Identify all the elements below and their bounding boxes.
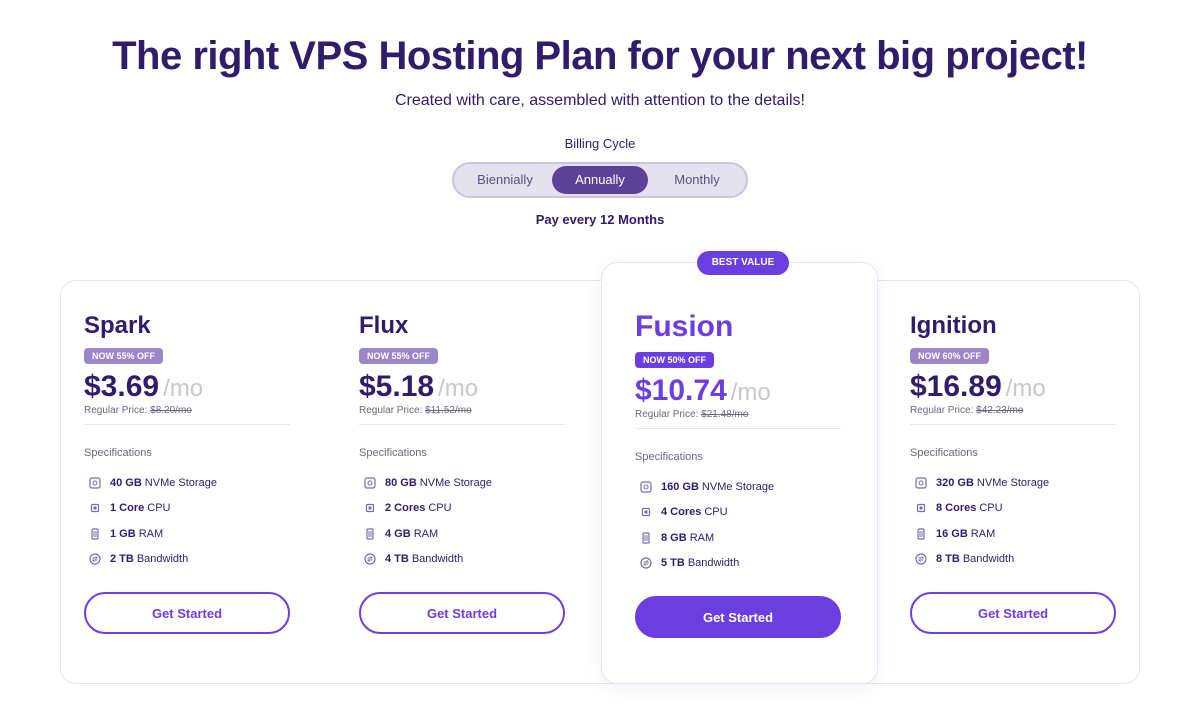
- regular-price: Regular Price: $11.52/mo: [359, 405, 472, 416]
- plan-card-fusion: Fusion NOW 50% OFF $10.74 /mo Regular Pr…: [635, 310, 885, 638]
- plan-price: $3.69: [84, 370, 160, 403]
- billing-cycle-label: Billing Cycle: [564, 136, 636, 151]
- price-period: /mo: [1005, 375, 1046, 402]
- specs-list: 80 GB NVMe Storage 2 Cores CPU 4 GB RAM 4 T…: [359, 470, 609, 572]
- page-title: The right VPS Hosting Plan for your next…: [112, 34, 1088, 78]
- plan-price: $5.18: [359, 370, 435, 403]
- plan-name: Ignition: [910, 312, 997, 339]
- bandwidth-icon: [88, 552, 102, 566]
- specs-list: 40 GB NVMe Storage 1 Core CPU 1 GB RAM 2 TB…: [84, 470, 334, 572]
- discount-badge: NOW 55% OFF: [359, 348, 439, 364]
- billing-option-biennially[interactable]: Biennially: [458, 166, 552, 194]
- discount-badge: NOW 60% OFF: [910, 348, 990, 364]
- billing-option-monthly[interactable]: Monthly: [650, 166, 744, 194]
- get-started-button[interactable]: Get Started: [359, 592, 565, 634]
- spec-cpu: 2 Cores CPU: [359, 496, 609, 522]
- divider: [359, 424, 565, 425]
- spec-cpu: 1 Core CPU: [84, 496, 334, 522]
- divider: [84, 424, 290, 425]
- plan-name: Spark: [84, 312, 151, 339]
- plan-name: Flux: [359, 312, 409, 339]
- spec-storage: 160 GB NVMe Storage: [635, 474, 885, 500]
- cpu-icon: [88, 501, 102, 515]
- regular-price: Regular Price: $42.23/mo: [910, 405, 1024, 416]
- ram-icon: [639, 531, 653, 545]
- plan-card-ignition: Ignition NOW 60% OFF $16.89 /mo Regular …: [910, 312, 1160, 634]
- plan-price: $10.74: [635, 374, 727, 407]
- specifications-title: Specifications: [635, 451, 703, 463]
- plan-card-spark: Spark NOW 55% OFF $3.69 /mo Regular Pric…: [84, 312, 334, 634]
- spec-ram: 8 GB RAM: [635, 525, 885, 551]
- bandwidth-icon: [914, 552, 928, 566]
- price-period: /mo: [163, 375, 204, 402]
- plan-name: Fusion: [635, 310, 734, 343]
- spec-bandwidth: 8 TB Bandwidth: [910, 547, 1160, 573]
- specs-list: 320 GB NVMe Storage 8 Cores CPU 16 GB RAM 8…: [910, 470, 1160, 572]
- storage-icon: [914, 476, 928, 490]
- bandwidth-icon: [363, 552, 377, 566]
- specifications-title: Specifications: [84, 447, 152, 459]
- ram-icon: [914, 527, 928, 541]
- billing-option-annually[interactable]: Annually: [552, 166, 648, 194]
- page-subtitle: Created with care, assembled with attent…: [395, 92, 805, 109]
- storage-icon: [639, 480, 653, 494]
- best-value-badge: BEST VALUE: [697, 251, 789, 275]
- regular-price: Regular Price: $8.20/mo: [84, 405, 192, 416]
- spec-bandwidth: 4 TB Bandwidth: [359, 547, 609, 573]
- get-started-button[interactable]: Get Started: [635, 596, 841, 638]
- spec-cpu: 4 Cores CPU: [635, 500, 885, 526]
- spec-storage: 320 GB NVMe Storage: [910, 470, 1160, 496]
- storage-icon: [88, 476, 102, 490]
- price-period: /mo: [730, 379, 771, 406]
- divider: [910, 424, 1116, 425]
- ram-icon: [88, 527, 102, 541]
- spec-storage: 40 GB NVMe Storage: [84, 470, 334, 496]
- cpu-icon: [639, 505, 653, 519]
- billing-cycle-toggle: Biennially Annually Monthly: [452, 162, 748, 198]
- spec-bandwidth: 5 TB Bandwidth: [635, 551, 885, 577]
- storage-icon: [363, 476, 377, 490]
- divider: [635, 428, 841, 429]
- cpu-icon: [363, 501, 377, 515]
- billing-note: Pay every 12 Months: [535, 212, 665, 227]
- spec-ram: 4 GB RAM: [359, 521, 609, 547]
- bandwidth-icon: [639, 556, 653, 570]
- get-started-button[interactable]: Get Started: [84, 592, 290, 634]
- spec-ram: 16 GB RAM: [910, 521, 1160, 547]
- spec-bandwidth: 2 TB Bandwidth: [84, 547, 334, 573]
- plan-card-flux: Flux NOW 55% OFF $5.18 /mo Regular Price…: [359, 312, 609, 634]
- specifications-title: Specifications: [910, 447, 978, 459]
- plan-price: $16.89: [910, 370, 1002, 403]
- spec-ram: 1 GB RAM: [84, 521, 334, 547]
- cpu-icon: [914, 501, 928, 515]
- specs-list: 160 GB NVMe Storage 4 Cores CPU 8 GB RAM 5 …: [635, 474, 885, 576]
- spec-cpu: 8 Cores CPU: [910, 496, 1160, 522]
- discount-badge: NOW 55% OFF: [84, 348, 164, 364]
- discount-badge: NOW 50% OFF: [635, 352, 715, 368]
- specifications-title: Specifications: [359, 447, 427, 459]
- price-period: /mo: [438, 375, 479, 402]
- ram-icon: [363, 527, 377, 541]
- regular-price: Regular Price: $21.48/mo: [635, 409, 749, 420]
- get-started-button[interactable]: Get Started: [910, 592, 1116, 634]
- spec-storage: 80 GB NVMe Storage: [359, 470, 609, 496]
